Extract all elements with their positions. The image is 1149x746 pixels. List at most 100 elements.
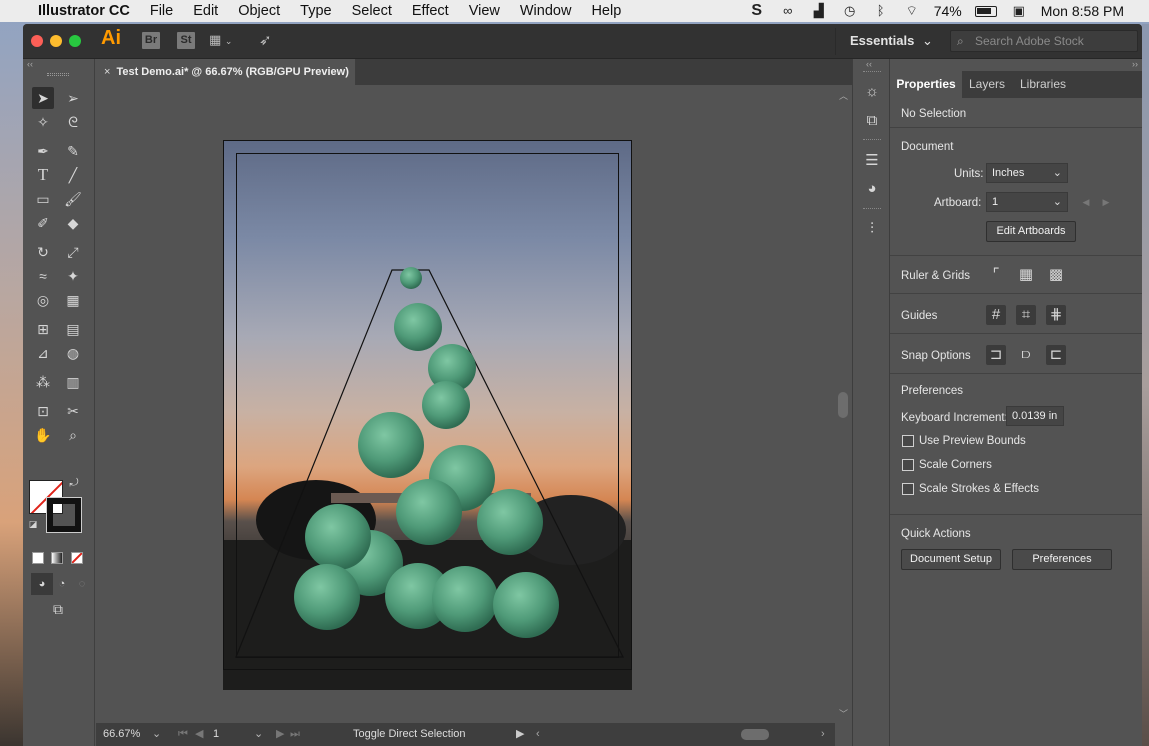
zoom-level[interactable]: 66.67% bbox=[103, 723, 140, 746]
scroll-right-icon[interactable]: › bbox=[821, 723, 825, 746]
canvas-area[interactable] bbox=[96, 85, 835, 723]
previous-artboard-icon[interactable]: ◀ bbox=[195, 723, 203, 746]
units-dropdown[interactable]: Inches ⌄ bbox=[986, 163, 1068, 183]
smart-guides-icon[interactable]: ⋕ bbox=[1046, 305, 1066, 325]
status-menu-icon[interactable]: ▶ bbox=[516, 723, 524, 746]
color-guide-icon[interactable]: ☼ bbox=[862, 82, 882, 102]
snap-to-grid-icon[interactable]: ⫐ bbox=[1016, 345, 1036, 365]
keyboard-increment-input[interactable]: 0.0139 in bbox=[1006, 406, 1064, 426]
edit-artboards-button[interactable]: Edit Artboards bbox=[986, 221, 1076, 242]
draw-normal-icon[interactable]: ◕ bbox=[31, 573, 53, 595]
inner-rectangle[interactable] bbox=[236, 153, 619, 658]
artboard-tool-icon[interactable]: ⊡ bbox=[32, 400, 54, 422]
menu-type[interactable]: Type bbox=[300, 3, 331, 19]
battery-icon[interactable] bbox=[974, 5, 997, 17]
panel-grip[interactable] bbox=[863, 208, 881, 209]
direct-selection-tool-icon[interactable]: ➢ bbox=[62, 87, 84, 109]
workspace-switcher[interactable]: Essentials ⌄ bbox=[850, 33, 933, 49]
scale-strokes-effects-checkbox[interactable] bbox=[902, 483, 914, 495]
window-zoom-button[interactable] bbox=[69, 35, 81, 47]
pen-tool-icon[interactable]: ✒ bbox=[32, 140, 54, 162]
wifi-icon[interactable]: ⌔ bbox=[903, 4, 921, 18]
puppet-warp-tool-icon[interactable]: ✦ bbox=[62, 265, 84, 287]
menu-app-name[interactable]: Illustrator CC bbox=[38, 3, 130, 19]
color-mode-button[interactable] bbox=[32, 552, 44, 564]
menu-edit[interactable]: Edit bbox=[193, 3, 218, 19]
draw-inside-icon[interactable]: ◌ bbox=[71, 573, 93, 595]
menu-effect[interactable]: Effect bbox=[412, 3, 449, 19]
previous-artboard-icon[interactable]: ◀ bbox=[1076, 192, 1096, 212]
spotlight-icon[interactable] bbox=[1137, 4, 1145, 18]
panel-grip[interactable] bbox=[47, 73, 69, 76]
scroll-left-icon[interactable]: ‹ bbox=[536, 723, 540, 746]
show-guides-icon[interactable]: # bbox=[986, 305, 1006, 325]
gpu-performance-icon[interactable]: ➶ bbox=[259, 31, 277, 49]
close-tab-icon[interactable]: × bbox=[104, 59, 110, 85]
stroke-icon[interactable]: ☰ bbox=[862, 151, 882, 171]
snap-to-pixel-icon[interactable]: ⊏ bbox=[1046, 345, 1066, 365]
draw-behind-icon[interactable]: ◔ bbox=[51, 573, 73, 595]
default-fill-stroke-icon[interactable]: ◪ bbox=[27, 518, 39, 530]
lasso-tool-icon[interactable]: ᘓ bbox=[62, 111, 84, 133]
grid-icon[interactable]: ▦ bbox=[1016, 265, 1036, 285]
window-close-button[interactable] bbox=[31, 35, 43, 47]
tab-layers[interactable]: Layers bbox=[962, 71, 1012, 98]
arrange-documents-button[interactable]: ▦ ⌄ bbox=[209, 32, 243, 50]
blend-tool-icon[interactable]: ◍ bbox=[62, 342, 84, 364]
status-message[interactable]: Toggle Direct Selection bbox=[353, 723, 466, 746]
eraser-tool-icon[interactable]: ◆ bbox=[62, 212, 84, 234]
scroll-up-icon[interactable]: ︿ bbox=[839, 89, 848, 102]
bluetooth-icon[interactable]: ᛒ bbox=[872, 4, 890, 18]
selection-tool-icon[interactable]: ➤ bbox=[32, 87, 54, 109]
snap-to-point-icon[interactable]: ⊐ bbox=[986, 345, 1006, 365]
magic-wand-tool-icon[interactable]: ✧ bbox=[32, 111, 54, 133]
vertical-scroll-thumb[interactable] bbox=[838, 392, 848, 418]
hand-tool-icon[interactable]: ✋ bbox=[32, 424, 54, 446]
bartender-icon[interactable]: ▟ bbox=[810, 4, 828, 18]
first-artboard-icon[interactable]: ⏮ bbox=[178, 723, 188, 746]
screen-mode-icon[interactable]: ⧉ bbox=[47, 598, 69, 620]
none-mode-button[interactable] bbox=[71, 552, 83, 564]
tab-libraries[interactable]: Libraries bbox=[1012, 71, 1074, 98]
menu-object[interactable]: Object bbox=[238, 3, 280, 19]
symbol-sprayer-tool-icon[interactable]: ⁂ bbox=[32, 371, 54, 393]
type-tool-icon[interactable]: T bbox=[32, 164, 54, 186]
stroke-swatch[interactable] bbox=[46, 497, 82, 533]
menubar-clock[interactable]: Mon 8:58 PM bbox=[1041, 3, 1124, 19]
use-preview-bounds-checkbox[interactable] bbox=[902, 435, 914, 447]
horizontal-scroll-thumb[interactable] bbox=[741, 729, 769, 740]
menu-file[interactable]: File bbox=[150, 3, 173, 19]
shape-builder-tool-icon[interactable]: ◎ bbox=[32, 289, 54, 311]
shaper-tool-icon[interactable]: ✐ bbox=[32, 212, 54, 234]
scale-corners-label[interactable]: Scale Corners bbox=[919, 459, 992, 471]
slice-tool-icon[interactable]: ✂ bbox=[62, 400, 84, 422]
tab-properties[interactable]: Properties bbox=[890, 71, 962, 98]
skype-icon[interactable]: S bbox=[748, 3, 766, 19]
align-icon[interactable]: ⫶ bbox=[862, 219, 882, 239]
time-machine-icon[interactable]: ◷ bbox=[841, 4, 859, 18]
bridge-button[interactable]: Br bbox=[142, 32, 160, 49]
next-artboard-icon[interactable]: ▶ bbox=[276, 723, 284, 746]
document-tab[interactable]: × Test Demo.ai* @ 66.67% (RGB/GPU Preview… bbox=[96, 59, 356, 85]
swap-fill-stroke-icon[interactable]: ⤾ bbox=[67, 476, 81, 490]
menu-window[interactable]: Window bbox=[520, 3, 572, 19]
rectangle-tool-icon[interactable]: ▭ bbox=[32, 188, 54, 210]
lock-guides-icon[interactable]: ⌗ bbox=[1016, 305, 1036, 325]
transform-icon[interactable]: ⧉ bbox=[862, 111, 882, 131]
paintbrush-tool-icon[interactable]: 🖌︎ bbox=[62, 188, 84, 210]
document-setup-button[interactable]: Document Setup bbox=[901, 549, 1001, 570]
transparency-grid-icon[interactable]: ▩ bbox=[1046, 265, 1066, 285]
menu-select[interactable]: Select bbox=[352, 3, 392, 19]
collapse-panel-icon[interactable]: ›› bbox=[1132, 59, 1138, 69]
rulers-icon[interactable]: ⌜ bbox=[986, 265, 1006, 285]
scale-corners-checkbox[interactable] bbox=[902, 459, 914, 471]
line-tool-icon[interactable]: ╱ bbox=[62, 164, 84, 186]
perspective-grid-tool-icon[interactable]: ▦ bbox=[62, 289, 84, 311]
menu-help[interactable]: Help bbox=[591, 3, 621, 19]
eyedropper-tool-icon[interactable]: ⊿ bbox=[32, 342, 54, 364]
scroll-down-icon[interactable]: ﹀ bbox=[839, 707, 848, 720]
creative-cloud-icon[interactable]: ∞ bbox=[779, 4, 797, 18]
battery-percent[interactable]: 74% bbox=[934, 3, 962, 19]
collapse-icon-strip-icon[interactable]: ‹‹ bbox=[866, 59, 872, 69]
last-artboard-icon[interactable]: ⏭ bbox=[290, 723, 300, 746]
